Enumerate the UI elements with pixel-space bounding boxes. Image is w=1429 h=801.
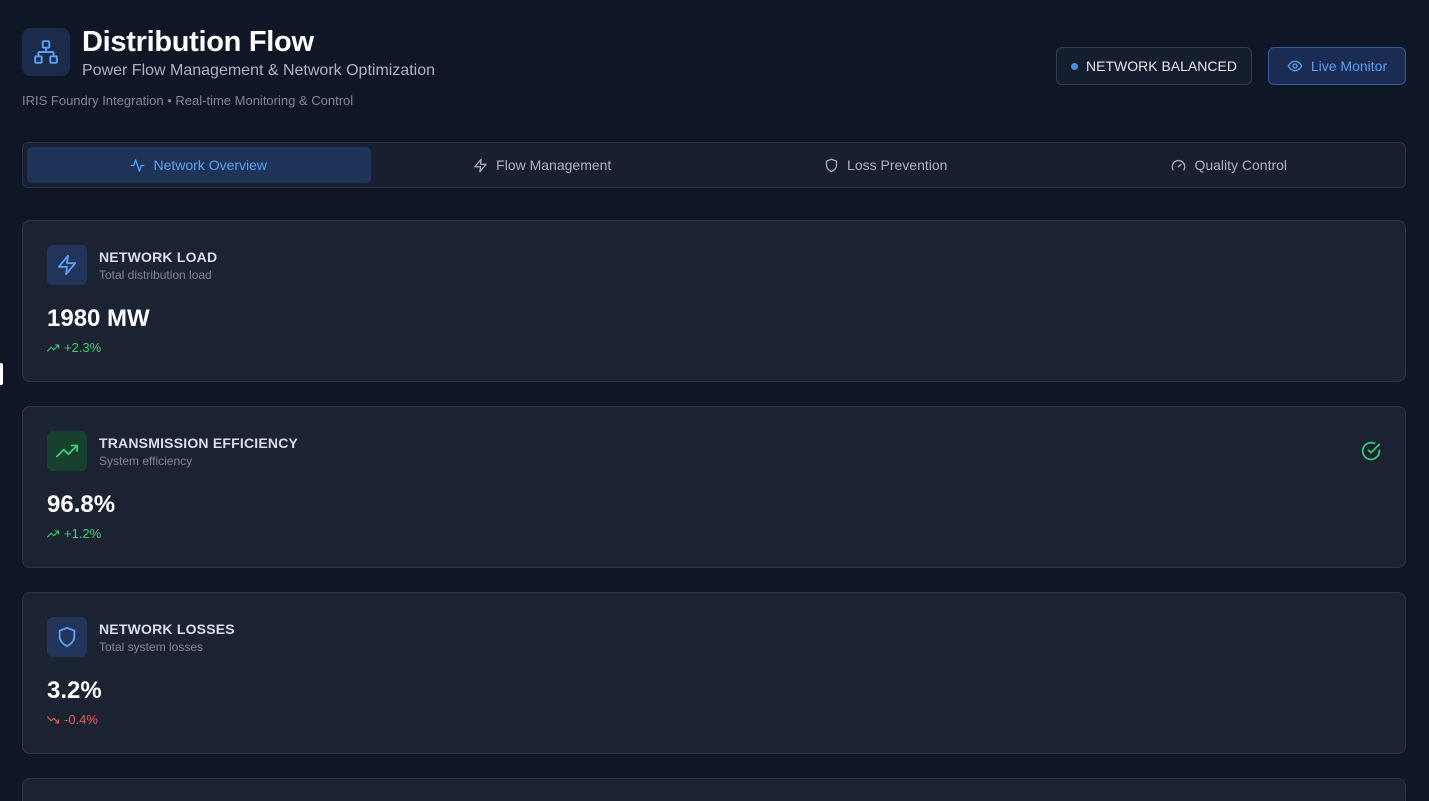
metric-change: -0.4% [47,712,98,727]
metric-change-value: +1.2% [64,526,102,541]
tab-loss-prevention[interactable]: Loss Prevention [714,147,1058,183]
metric-value: 3.2% [47,677,102,704]
activity-icon [131,158,145,172]
trending-up-icon [47,431,87,471]
network-icon [22,28,70,76]
metric-change-value: +2.3% [64,340,102,355]
live-monitor-label: Live Monitor [1310,58,1388,74]
tab-network-overview[interactable]: Network Overview [27,147,371,183]
trending-up-icon [47,529,59,538]
trending-down-icon [47,715,59,724]
trending-up-icon [47,343,59,352]
zap-icon [47,245,87,285]
status-badge-label: NETWORK BALANCED [1086,58,1237,74]
shield-icon [47,617,87,657]
metric-card-network-losses: NETWORK LOSSES Total system losses 3.2% … [22,592,1406,754]
metric-title: NETWORK LOSSES [99,621,235,637]
tab-bar: Network Overview Flow Management Loss Pr… [22,142,1406,188]
scroll-marker [0,363,3,385]
tab-label: Flow Management [496,157,612,173]
page-meta: IRIS Foundry Integration • Real-time Mon… [22,93,354,108]
tab-label: Network Overview [153,157,268,173]
metric-change: +2.3% [47,340,101,355]
page-title: Distribution Flow [82,26,314,58]
tab-label: Loss Prevention [847,157,948,173]
status-badge: NETWORK BALANCED [1056,47,1252,85]
shield-icon [825,158,838,172]
tab-quality-control[interactable]: Quality Control [1058,147,1402,183]
metric-card-transmission-efficiency: TRANSMISSION EFFICIENCY System efficienc… [22,406,1406,568]
metric-card-partial [22,778,1406,801]
tab-flow-management[interactable]: Flow Management [371,147,715,183]
metric-change: +1.2% [47,526,101,541]
zap-icon [474,158,487,172]
metric-subtitle: Total distribution load [99,268,212,282]
metric-value: 1980 MW [47,305,150,332]
metric-change-value: -0.4% [64,712,98,727]
page-subtitle: Power Flow Management & Network Optimiza… [82,62,436,79]
metric-value: 96.8% [47,491,116,518]
metric-title: TRANSMISSION EFFICIENCY [99,435,299,451]
metric-card-network-load: NETWORK LOAD Total distribution load 198… [22,220,1406,382]
metric-subtitle: Total system losses [99,640,204,654]
page-header: Distribution Flow Power Flow Management … [22,26,1406,116]
gauge-icon [1172,159,1186,170]
metric-subtitle: System efficiency [99,454,193,468]
live-monitor-button[interactable]: Live Monitor [1268,47,1406,85]
eye-icon [1287,60,1303,72]
metric-title: NETWORK LOAD [99,249,218,265]
check-circle-icon [1361,441,1381,466]
status-dot-icon [1071,62,1079,70]
tab-label: Quality Control [1194,157,1288,173]
